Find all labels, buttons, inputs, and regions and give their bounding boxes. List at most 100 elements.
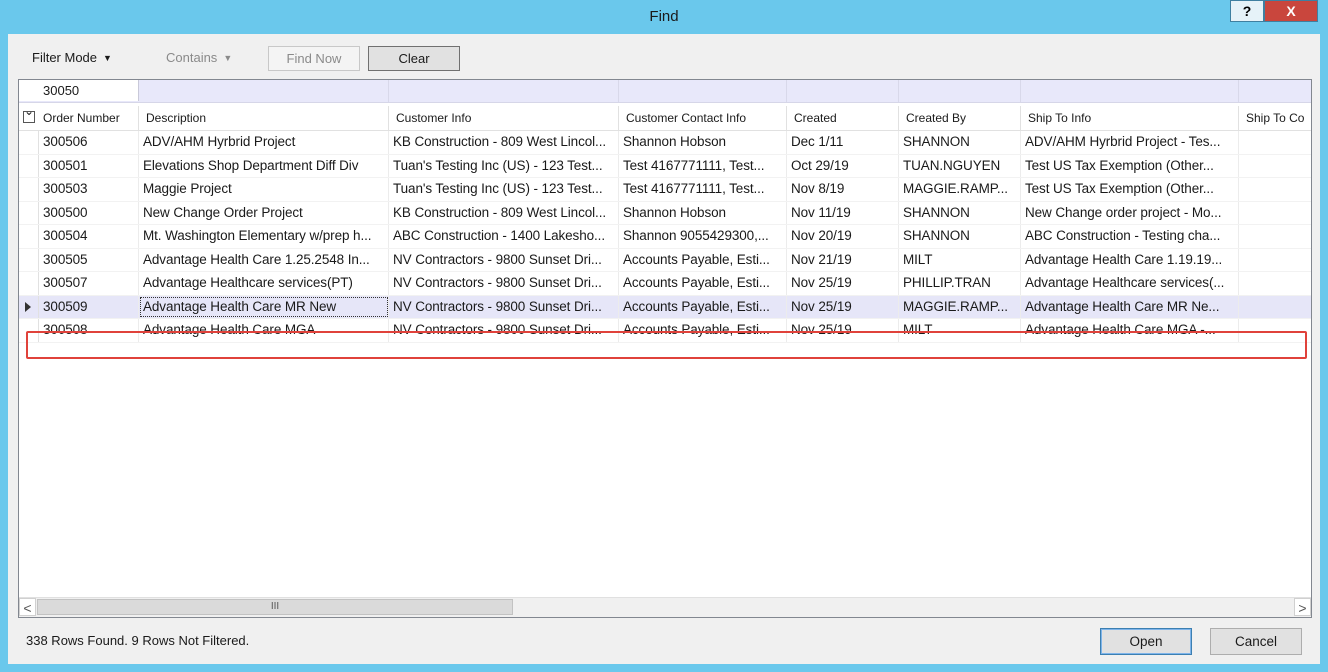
- table-cell[interactable]: Nov 21/19: [787, 248, 899, 271]
- table-cell[interactable]: MAGGIE.RAMP...: [899, 295, 1021, 318]
- cancel-button[interactable]: Cancel: [1210, 628, 1302, 655]
- table-cell[interactable]: 300503: [39, 178, 139, 201]
- table-cell[interactable]: SHANNON: [899, 201, 1021, 224]
- table-cell[interactable]: MAGGIE.RAMP...: [899, 178, 1021, 201]
- clear-button[interactable]: Clear: [368, 46, 460, 71]
- table-cell[interactable]: 300505: [39, 248, 139, 271]
- column-header-description[interactable]: Description: [139, 106, 389, 130]
- table-cell[interactable]: Tuan's Testing Inc (US) - 123 Test...: [389, 178, 619, 201]
- table-cell[interactable]: 300504: [39, 225, 139, 248]
- row-header[interactable]: [19, 225, 39, 248]
- table-cell[interactable]: [1239, 131, 1311, 154]
- table-cell[interactable]: MILT: [899, 319, 1021, 342]
- table-cell[interactable]: [1239, 319, 1311, 342]
- filter-mode-dropdown[interactable]: Filter Mode ▼: [32, 46, 112, 70]
- contains-dropdown[interactable]: Contains ▼: [166, 46, 232, 70]
- table-cell[interactable]: ADV/AHM Hyrbrid Project: [139, 131, 389, 154]
- table-cell[interactable]: ADV/AHM Hyrbrid Project - Tes...: [1021, 131, 1239, 154]
- table-row[interactable]: 300501 Elevations Shop Department Diff Di…: [19, 154, 1311, 178]
- column-header-created[interactable]: Created: [787, 106, 899, 130]
- column-header-ship-to-info[interactable]: Ship To Info: [1021, 106, 1239, 130]
- scrollbar-thumb[interactable]: III: [37, 599, 513, 615]
- created-filter-cell[interactable]: [787, 80, 899, 102]
- created-by-filter-cell[interactable]: [899, 80, 1021, 102]
- table-cell[interactable]: Nov 25/19: [787, 272, 899, 295]
- row-header[interactable]: [19, 319, 39, 342]
- table-cell[interactable]: Advantage Health Care MR Ne...: [1021, 295, 1239, 318]
- column-header-customer-info[interactable]: Customer Info: [389, 106, 619, 130]
- table-cell[interactable]: Nov 25/19: [787, 295, 899, 318]
- table-row[interactable]: 300509 Advantage Health Care MR New NV Con…: [19, 295, 1311, 319]
- table-cell[interactable]: 300507: [39, 272, 139, 295]
- table-cell[interactable]: 300508: [39, 319, 139, 342]
- table-row[interactable]: 300506 ADV/AHM Hyrbrid Project KB Construc…: [19, 131, 1311, 155]
- table-row[interactable]: 300503 Maggie Project Tuan's Testing Inc (…: [19, 178, 1311, 202]
- table-cell[interactable]: 300500: [39, 201, 139, 224]
- table-cell[interactable]: TUAN.NGUYEN: [899, 154, 1021, 177]
- table-cell[interactable]: [1239, 178, 1311, 201]
- table-cell[interactable]: Mt. Washington Elementary w/prep h...: [139, 225, 389, 248]
- table-cell[interactable]: Test 4167771111, Test...: [619, 178, 787, 201]
- table-cell[interactable]: [1239, 249, 1311, 272]
- row-header[interactable]: [19, 295, 39, 318]
- scroll-right-icon[interactable]: >: [1294, 598, 1311, 616]
- row-header[interactable]: [19, 201, 39, 224]
- contact-filter-cell[interactable]: [619, 80, 787, 102]
- table-cell[interactable]: Nov 11/19: [787, 201, 899, 224]
- table-cell[interactable]: Maggie Project: [139, 178, 389, 201]
- table-cell[interactable]: Accounts Payable, Esti...: [619, 295, 787, 318]
- table-cell[interactable]: Test 4167771111, Test...: [619, 154, 787, 177]
- table-row[interactable]: 300505 Advantage Health Care 1.25.2548 In…: [19, 248, 1311, 272]
- table-cell[interactable]: Advantage Health Care MGA: [139, 319, 389, 342]
- find-now-button[interactable]: Find Now: [268, 46, 360, 71]
- table-cell[interactable]: [1239, 272, 1311, 295]
- table-cell[interactable]: NV Contractors - 9800 Sunset Dri...: [389, 272, 619, 295]
- table-cell[interactable]: 300506: [39, 131, 139, 154]
- table-cell[interactable]: 300509: [39, 295, 139, 318]
- table-cell[interactable]: Elevations Shop Department Diff Div: [139, 154, 389, 177]
- table-cell[interactable]: Accounts Payable, Esti...: [619, 272, 787, 295]
- table-cell[interactable]: Oct 29/19: [787, 154, 899, 177]
- row-header[interactable]: [19, 154, 39, 177]
- help-button[interactable]: ?: [1230, 0, 1264, 22]
- table-cell[interactable]: [1239, 296, 1311, 319]
- column-header-contact-info[interactable]: Customer Contact Info: [619, 106, 787, 130]
- table-cell[interactable]: Accounts Payable, Esti...: [619, 248, 787, 271]
- column-header-created-by[interactable]: Created By: [899, 106, 1021, 130]
- table-cell[interactable]: SHANNON: [899, 131, 1021, 154]
- open-button[interactable]: Open: [1100, 628, 1192, 655]
- table-cell[interactable]: Nov 25/19: [787, 319, 899, 342]
- table-cell[interactable]: Advantage Healthcare services(PT): [139, 272, 389, 295]
- table-cell[interactable]: New Change Order Project: [139, 201, 389, 224]
- table-cell[interactable]: Tuan's Testing Inc (US) - 123 Test...: [389, 154, 619, 177]
- table-cell[interactable]: Accounts Payable, Esti...: [619, 319, 787, 342]
- row-header[interactable]: [19, 131, 39, 154]
- table-cell[interactable]: KB Construction - 809 West Lincol...: [389, 131, 619, 154]
- table-cell[interactable]: MILT: [899, 248, 1021, 271]
- row-header[interactable]: [19, 178, 39, 201]
- table-cell[interactable]: Nov 20/19: [787, 225, 899, 248]
- customer-info-filter-cell[interactable]: [389, 80, 619, 102]
- description-filter-cell[interactable]: [139, 80, 389, 102]
- close-button[interactable]: X: [1264, 0, 1318, 22]
- table-cell[interactable]: Advantage Health Care MGA -...: [1021, 319, 1239, 342]
- table-row[interactable]: 300507 Advantage Healthcare services(PT) N…: [19, 272, 1311, 296]
- table-cell[interactable]: Advantage Health Care 1.25.2548 In...: [139, 248, 389, 271]
- table-cell[interactable]: [1239, 155, 1311, 178]
- horizontal-scrollbar[interactable]: < III >: [19, 597, 1311, 617]
- column-header-order-number[interactable]: Order Number: [19, 106, 139, 130]
- row-header[interactable]: [19, 248, 39, 271]
- table-cell[interactable]: KB Construction - 809 West Lincol...: [389, 201, 619, 224]
- table-cell[interactable]: NV Contractors - 9800 Sunset Dri...: [389, 295, 619, 318]
- table-row[interactable]: 300504 Mt. Washington Elementary w/prep h…: [19, 225, 1311, 249]
- table-cell[interactable]: ABC Construction - Testing cha...: [1021, 225, 1239, 248]
- table-cell[interactable]: NV Contractors - 9800 Sunset Dri...: [389, 248, 619, 271]
- table-cell[interactable]: 300501: [39, 154, 139, 177]
- table-cell[interactable]: Advantage Health Care MR New: [139, 295, 389, 318]
- table-cell[interactable]: Advantage Healthcare services(...: [1021, 272, 1239, 295]
- table-cell[interactable]: Test US Tax Exemption (Other...: [1021, 154, 1239, 177]
- order-number-filter-input[interactable]: 30050: [19, 80, 139, 101]
- column-chooser-icon[interactable]: [23, 106, 35, 123]
- table-cell[interactable]: SHANNON: [899, 225, 1021, 248]
- table-cell[interactable]: Shannon Hobson: [619, 201, 787, 224]
